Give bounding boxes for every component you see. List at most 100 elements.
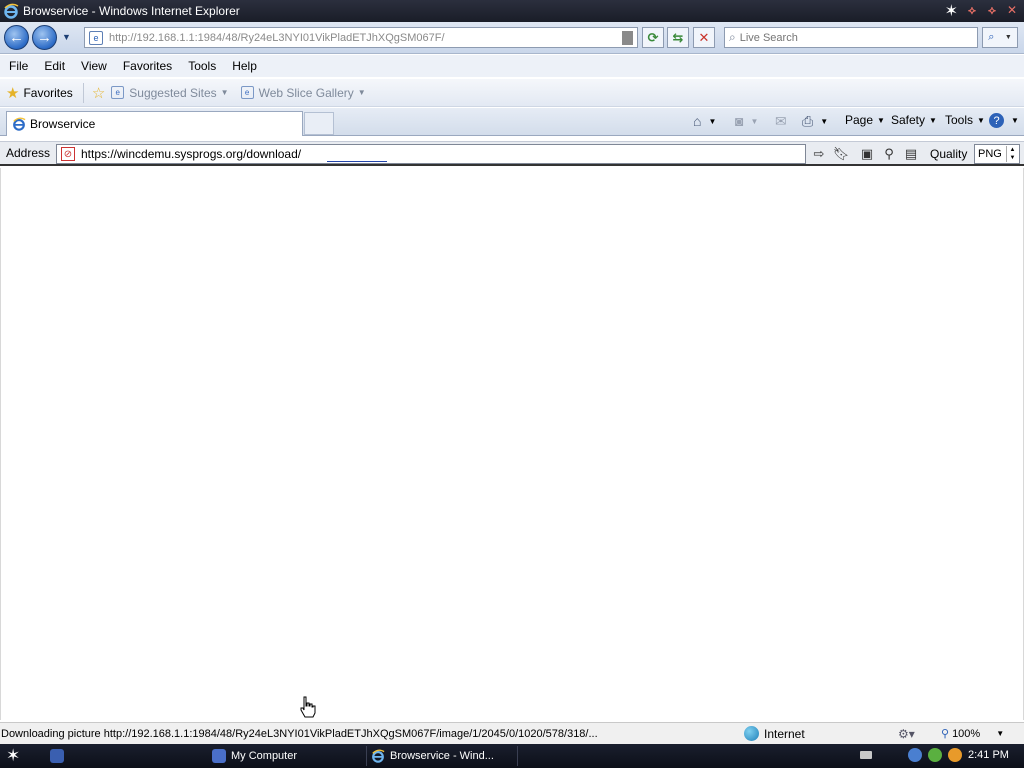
favorites-star-icon: ★	[6, 84, 20, 102]
history-dropdown-icon[interactable]: ▼	[62, 32, 71, 42]
menu-tools[interactable]: Tools	[180, 59, 224, 73]
taskbar-app-label: Browservice - Wind...	[390, 750, 494, 762]
star-icon[interactable]: ✶	[945, 1, 958, 21]
security-warning-icon: ⊘	[61, 147, 75, 161]
favorites-link-web-slice-gallery[interactable]: e Web Slice Gallery ▼	[240, 85, 366, 100]
ie-page-icon: e	[111, 86, 125, 99]
title-bar: Browservice - Windows Internet Explorer …	[0, 0, 1024, 22]
divider	[82, 82, 84, 103]
quality-label: Quality	[930, 147, 968, 161]
go-arrow-icon[interactable]: ⇨	[810, 146, 828, 162]
taskbar-app-label: My Computer	[231, 750, 298, 762]
print-button[interactable]: ⎙ ▼	[802, 113, 828, 130]
favorites-link-suggested-sites[interactable]: e Suggested Sites ▼	[111, 85, 229, 100]
address-text: https://wincdemu.sysprogs.org/download/	[81, 147, 302, 161]
feeds-button[interactable]: ◙ ▼	[735, 113, 758, 129]
safety-menu-label: Safety	[891, 113, 926, 127]
taskbar: ✶ My Computer Browservice - Wind... 2:41…	[0, 744, 1024, 768]
url-field[interactable]: e http://192.168.1.1:1984/48/Ry24eL3NYI0…	[84, 27, 638, 48]
zoom-level: 100%	[952, 727, 981, 740]
favorites-button[interactable]: ★ Favorites	[6, 84, 73, 102]
shield-icon[interactable]	[928, 748, 942, 762]
bookmarks-list-icon[interactable]: ▣	[858, 146, 876, 162]
page-menu-label: Page	[845, 113, 874, 127]
refresh-button[interactable]: ⟳	[642, 27, 664, 48]
new-tab-button[interactable]	[304, 112, 334, 135]
menu-bar: File Edit View Favorites Tools Help	[0, 55, 1024, 77]
loading-indicator	[327, 161, 387, 162]
network-icon[interactable]	[908, 748, 922, 762]
home-button[interactable]: ⌂ ▼	[693, 113, 716, 129]
status-bar: Downloading picture http://192.168.1.1:1…	[0, 722, 1024, 744]
minimize-button[interactable]: ⟡	[964, 2, 980, 18]
search-icon: ⌕	[988, 31, 995, 43]
quality-value: PNG	[978, 148, 1002, 160]
help-button[interactable]: ? ▼	[989, 113, 1019, 128]
favorites-label: Favorites	[23, 85, 73, 100]
zoom-control[interactable]: ⚲ 100% ▼	[941, 727, 1004, 741]
tools-menu[interactable]: Tools ▼	[945, 113, 985, 127]
system-tray	[860, 748, 962, 762]
quality-select[interactable]: PNG ▲ ▼	[974, 144, 1020, 164]
maximize-button[interactable]: ⟡	[984, 2, 1000, 18]
address-toolbar: Address ⊘ https://wincdemu.sysprogs.org/…	[0, 141, 1024, 166]
add-to-favorites-bar-icon[interactable]: ☆	[92, 84, 105, 102]
tools-menu-label: Tools	[945, 113, 974, 127]
search-button[interactable]: ⌕ ▼	[982, 27, 1018, 48]
go-button[interactable]: ⇆	[667, 27, 689, 48]
tab-label: Browservice	[30, 117, 96, 131]
mail-icon: ✉	[775, 113, 787, 129]
printer-icon: ⎙	[802, 113, 814, 129]
menu-help[interactable]: Help	[224, 59, 265, 73]
app-icon	[50, 749, 64, 763]
menu-edit[interactable]: Edit	[36, 59, 73, 73]
favorites-bar: ★ Favorites ☆ e Suggested Sites ▼ e Web …	[0, 79, 1024, 107]
start-button[interactable]: ✶	[6, 746, 20, 766]
address-label: Address	[6, 146, 51, 160]
quality-spinner[interactable]: ▲ ▼	[1006, 146, 1018, 162]
taskbar-app-browservice[interactable]: Browservice - Wind...	[366, 746, 518, 766]
search-options-icon[interactable]: ▼	[1005, 34, 1012, 41]
security-zone[interactable]: Internet	[744, 726, 805, 741]
search-input[interactable]	[739, 31, 960, 44]
back-button[interactable]: ←	[4, 25, 29, 50]
magnifier-icon: ⚲	[941, 728, 950, 740]
search-provider-icon: ⌕	[729, 30, 736, 44]
menu-file[interactable]: File	[0, 59, 36, 73]
compatibility-icon[interactable]	[622, 31, 633, 45]
navigation-bar: ← → ▼ e http://192.168.1.1:1984/48/Ry24e…	[0, 22, 1024, 54]
menu-favorites[interactable]: Favorites	[115, 59, 180, 73]
hand-cursor-icon	[300, 696, 316, 718]
favorites-link-label: Web Slice Gallery	[258, 85, 354, 100]
favorites-link-label: Suggested Sites	[129, 85, 217, 100]
help-icon: ?	[989, 113, 1004, 128]
taskbar-app-faded[interactable]	[46, 746, 196, 766]
read-mail-button[interactable]: ✉	[775, 113, 790, 130]
protected-mode-icon[interactable]: ⚙▾	[898, 727, 915, 741]
safety-menu[interactable]: Safety ▼	[891, 113, 937, 127]
search-tray-icon[interactable]	[948, 748, 962, 762]
keyboard-icon[interactable]	[860, 751, 872, 759]
ie-logo-icon	[4, 3, 19, 19]
page-content[interactable]	[0, 168, 1024, 720]
ie-logo-icon	[13, 117, 26, 131]
page-icon: e	[89, 30, 103, 45]
tab-browservice[interactable]: Browservice	[6, 111, 303, 136]
computer-icon	[212, 749, 226, 763]
bookmark-icon[interactable]: 🔖︎	[832, 146, 850, 162]
page-menu[interactable]: Page ▼	[845, 113, 885, 127]
stop-button[interactable]: ✕	[693, 27, 715, 48]
close-button[interactable]: ✕	[1004, 2, 1020, 18]
taskbar-app-my-computer[interactable]: My Computer	[208, 746, 348, 766]
zone-label: Internet	[764, 726, 805, 741]
search-box[interactable]: ⌕	[724, 27, 978, 48]
window-title: Browservice - Windows Internet Explorer	[23, 4, 240, 18]
menu-view[interactable]: View	[73, 59, 115, 73]
rss-icon: ◙	[735, 113, 744, 129]
address-input[interactable]: ⊘ https://wincdemu.sysprogs.org/download…	[56, 144, 806, 164]
globe-icon	[744, 726, 759, 741]
ie-page-icon: e	[240, 86, 254, 99]
clipboard-icon[interactable]: ▤	[902, 146, 920, 162]
forward-button[interactable]: →	[32, 25, 57, 50]
find-icon[interactable]: ⚲	[880, 146, 898, 162]
